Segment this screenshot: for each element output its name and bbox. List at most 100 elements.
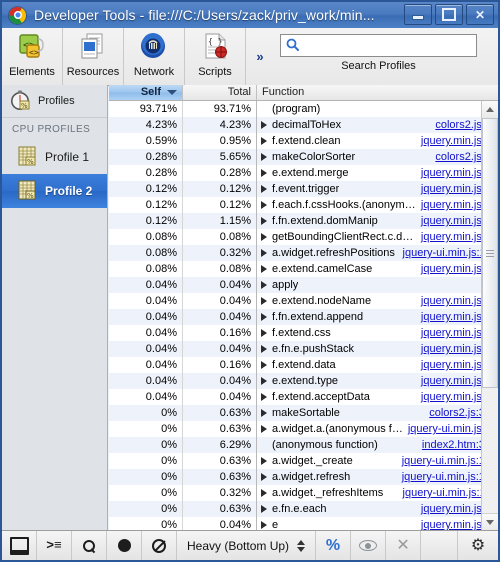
- expand-triangle-icon[interactable]: [261, 393, 267, 401]
- table-row[interactable]: 0.08% 0.32% a.widget.refreshPositions jquer…: [109, 245, 498, 261]
- dock-toggle-button[interactable]: [2, 531, 37, 560]
- scroll-up-button[interactable]: [482, 101, 498, 119]
- cell-function: a.widget.refresh jquery-ui.min.js:10: [257, 469, 498, 485]
- column-header-function[interactable]: Function: [257, 85, 498, 100]
- panel-button-elements[interactable]: <> <> Elements: [2, 28, 63, 85]
- search-input[interactable]: [299, 36, 476, 55]
- table-row[interactable]: 0.12% 0.12% f.event.trigger jquery.min.js:3: [109, 181, 498, 197]
- sidebar-item-profile-1[interactable]: % Profile 1: [2, 140, 107, 174]
- table-row[interactable]: 0% 0.63% makeSortable colors2.js:30: [109, 405, 498, 421]
- cell-function: a.widget._create jquery-ui.min.js:10: [257, 453, 498, 469]
- source-link[interactable]: jquery-ui.min.js:10: [402, 453, 493, 469]
- column-header-total[interactable]: Total: [183, 85, 257, 100]
- expand-triangle-icon[interactable]: [261, 489, 267, 497]
- table-row[interactable]: 0.04% 0.04% f.fn.extend.append jquery.min.j…: [109, 309, 498, 325]
- expand-triangle-icon[interactable]: [261, 329, 267, 337]
- expand-triangle-icon[interactable]: [261, 521, 267, 529]
- expand-triangle-icon[interactable]: [261, 217, 267, 225]
- source-link[interactable]: jquery-ui.min.js:11: [403, 485, 493, 501]
- function-name: f.event.trigger: [272, 183, 340, 195]
- table-row[interactable]: 0% 0.32% a.widget._refreshItems jquery-ui.m…: [109, 485, 498, 501]
- table-row[interactable]: 0.04% 0.16% f.extend.css jquery.min.js:4: [109, 325, 498, 341]
- minimize-button[interactable]: [404, 4, 432, 25]
- expand-triangle-icon[interactable]: [261, 377, 267, 385]
- record-button[interactable]: [107, 531, 142, 560]
- percent-icon: %: [325, 536, 341, 554]
- table-row[interactable]: 0% 0.63% a.widget.a.(anonymous f… jquery-ui…: [109, 421, 498, 437]
- close-x-icon: ✕: [396, 536, 410, 554]
- table-row[interactable]: 0% 0.63% a.widget._create jquery-ui.min.js:…: [109, 453, 498, 469]
- table-vertical-scrollbar[interactable]: [481, 101, 498, 531]
- table-row[interactable]: 0.08% 0.08% e.extend.camelCase jquery.min.j…: [109, 261, 498, 277]
- panel-button-resources[interactable]: Resources: [63, 28, 124, 85]
- expand-triangle-icon[interactable]: [261, 457, 267, 465]
- function-name: decimalToHex: [272, 119, 342, 131]
- panel-button-scripts[interactable]: { } Scripts: [185, 28, 246, 85]
- view-mode-select[interactable]: Heavy (Bottom Up): [177, 531, 317, 560]
- table-row[interactable]: 0% 0.63% e.fn.e.each jquery.min.js:2: [109, 501, 498, 517]
- table-row[interactable]: 0.04% 0.04% apply: [109, 277, 498, 293]
- cell-self: 0%: [109, 437, 183, 453]
- expand-triangle-icon[interactable]: [261, 169, 267, 177]
- scroll-down-button[interactable]: [482, 513, 498, 531]
- expand-triangle-icon[interactable]: [261, 233, 267, 241]
- expand-triangle-icon[interactable]: [261, 425, 267, 433]
- eye-icon: [359, 540, 378, 551]
- maximize-button[interactable]: [435, 4, 463, 25]
- expand-triangle-icon[interactable]: [261, 265, 267, 273]
- table-row[interactable]: 0.59% 0.95% f.extend.clean jquery.min.js:4: [109, 133, 498, 149]
- table-row[interactable]: 0% 0.63% a.widget.refresh jquery-ui.min.js:…: [109, 469, 498, 485]
- panel-button-network[interactable]: Network: [124, 28, 185, 85]
- expand-triangle-icon[interactable]: [261, 505, 267, 513]
- table-row[interactable]: 93.71% 93.71% (program): [109, 101, 498, 117]
- expand-triangle-icon[interactable]: [261, 281, 267, 289]
- close-button[interactable]: ✕: [466, 4, 494, 25]
- table-row[interactable]: 4.23% 4.23% decimalToHex colors2.js:1: [109, 117, 498, 133]
- table-row[interactable]: 0.12% 0.12% f.each.f.cssHooks.(anonym… jque…: [109, 197, 498, 213]
- table-row[interactable]: 0.04% 0.04% f.extend.acceptData jquery.min.…: [109, 389, 498, 405]
- table-row[interactable]: 0.04% 0.16% f.extend.data jquery.min.js:2: [109, 357, 498, 373]
- expand-triangle-icon[interactable]: [261, 297, 267, 305]
- table-row[interactable]: 0.04% 0.04% e.extend.nodeName jquery.min.js…: [109, 293, 498, 309]
- table-row[interactable]: 0.04% 0.04% e.extend.type jquery.min.js:2: [109, 373, 498, 389]
- table-row[interactable]: 0% 0.04% e jquery.min.js:2: [109, 517, 498, 531]
- cell-self: 0.04%: [109, 357, 183, 373]
- source-link[interactable]: jquery-ui.min.js:11: [403, 245, 493, 261]
- search-box[interactable]: [280, 34, 477, 57]
- expand-triangle-icon[interactable]: [261, 361, 267, 369]
- scrollbar-thumb[interactable]: [482, 118, 498, 388]
- toolbar-overflow-button[interactable]: »: [246, 28, 274, 85]
- expand-triangle-icon[interactable]: [261, 345, 267, 353]
- expand-triangle-icon[interactable]: [261, 201, 267, 209]
- expand-triangle-icon[interactable]: [261, 137, 267, 145]
- clear-button[interactable]: [142, 531, 177, 560]
- source-link[interactable]: jquery-ui.min.js:10: [402, 469, 493, 485]
- exclude-function-button[interactable]: ✕: [386, 531, 422, 560]
- table-row[interactable]: 0.28% 5.65% makeColorSorter colors2.js:9: [109, 149, 498, 165]
- expand-triangle-icon[interactable]: [261, 473, 267, 481]
- sidebar-label-profile-1: Profile 1: [45, 150, 90, 164]
- cell-function: a.widget.a.(anonymous f… jquery-ui.min.js…: [257, 421, 498, 437]
- expand-triangle-icon[interactable]: [261, 249, 267, 257]
- expand-triangle-icon[interactable]: [261, 313, 267, 321]
- search-button[interactable]: [72, 531, 107, 560]
- expand-triangle-icon[interactable]: [261, 153, 267, 161]
- focus-function-button[interactable]: [351, 531, 387, 560]
- expand-triangle-icon[interactable]: [261, 409, 267, 417]
- table-row[interactable]: 0.04% 0.04% e.fn.e.pushStack jquery.min.js:…: [109, 341, 498, 357]
- settings-button[interactable]: ⚙: [458, 531, 498, 560]
- expand-triangle-icon[interactable]: [261, 185, 267, 193]
- table-row[interactable]: 0.28% 0.28% e.extend.merge jquery.min.js:2: [109, 165, 498, 181]
- cell-function: f.fn.extend.append jquery.min.js:3: [257, 309, 498, 325]
- column-header-self[interactable]: Self: [109, 85, 183, 100]
- sidebar-item-profile-2[interactable]: % Profile 2: [2, 174, 107, 208]
- function-name: a.widget.refreshPositions: [272, 247, 395, 259]
- console-toggle-button[interactable]: >≡: [37, 531, 72, 560]
- percent-toggle-button[interactable]: %: [316, 531, 352, 560]
- expand-triangle-icon[interactable]: [261, 121, 267, 129]
- cell-total: 0.16%: [183, 325, 257, 341]
- table-row[interactable]: 0.12% 1.15% f.fn.extend.domManip jquery.min…: [109, 213, 498, 229]
- table-row[interactable]: 0.08% 0.08% getBoundingClientRect.c.d… jque…: [109, 229, 498, 245]
- table-row[interactable]: 0% 6.29% (anonymous function) index2.htm:36: [109, 437, 498, 453]
- sidebar-item-profiles[interactable]: % Profiles: [2, 85, 107, 118]
